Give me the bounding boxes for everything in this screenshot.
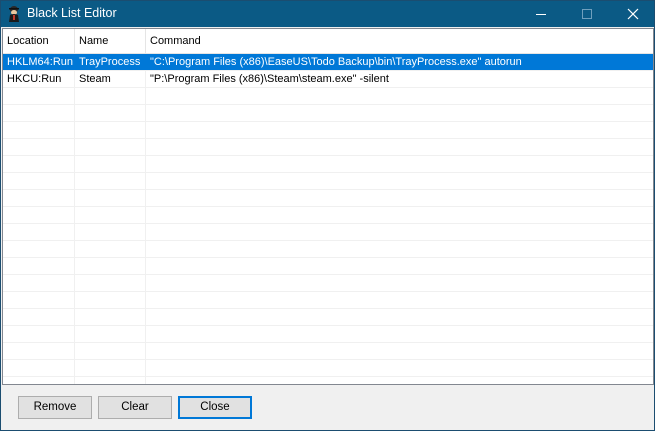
table-body: [3, 54, 653, 384]
cell-name: Steam: [79, 73, 111, 85]
maximize-button[interactable]: [564, 1, 610, 27]
cell-name: TrayProcess: [79, 56, 141, 68]
table-row[interactable]: HKCU:Run Steam "P:\Program Files (x86)\S…: [3, 71, 653, 87]
clear-button[interactable]: Clear: [98, 396, 172, 419]
column-divider: [145, 54, 146, 384]
cell-command: "C:\Program Files (x86)\EaseUS\Todo Back…: [150, 56, 522, 68]
table-header: Location Name Command: [3, 29, 653, 54]
close-window-button[interactable]: [610, 1, 654, 27]
column-divider: [74, 54, 75, 384]
black-list-editor-window: Black List Editor Location Name Command: [0, 0, 655, 431]
cell-location: HKCU:Run: [7, 73, 62, 85]
close-button[interactable]: Close: [178, 396, 252, 419]
column-header-name[interactable]: Name: [75, 29, 146, 53]
black-list-table[interactable]: Location Name Command HKLM64:Run TrayPro…: [2, 28, 654, 385]
close-icon: [627, 8, 639, 20]
remove-button[interactable]: Remove: [18, 396, 92, 419]
column-header-command[interactable]: Command: [146, 29, 653, 53]
minimize-icon: [536, 14, 546, 15]
title-bar[interactable]: Black List Editor: [1, 1, 654, 27]
minimize-button[interactable]: [518, 1, 564, 27]
cell-location: HKLM64:Run: [7, 56, 74, 68]
cell-command: "P:\Program Files (x86)\Steam\steam.exe"…: [150, 73, 389, 85]
column-header-location[interactable]: Location: [3, 29, 75, 53]
window-title: Black List Editor: [27, 6, 117, 20]
app-icon: [9, 6, 19, 22]
maximize-icon: [582, 9, 592, 19]
table-row[interactable]: HKLM64:Run TrayProcess "C:\Program Files…: [3, 54, 653, 70]
